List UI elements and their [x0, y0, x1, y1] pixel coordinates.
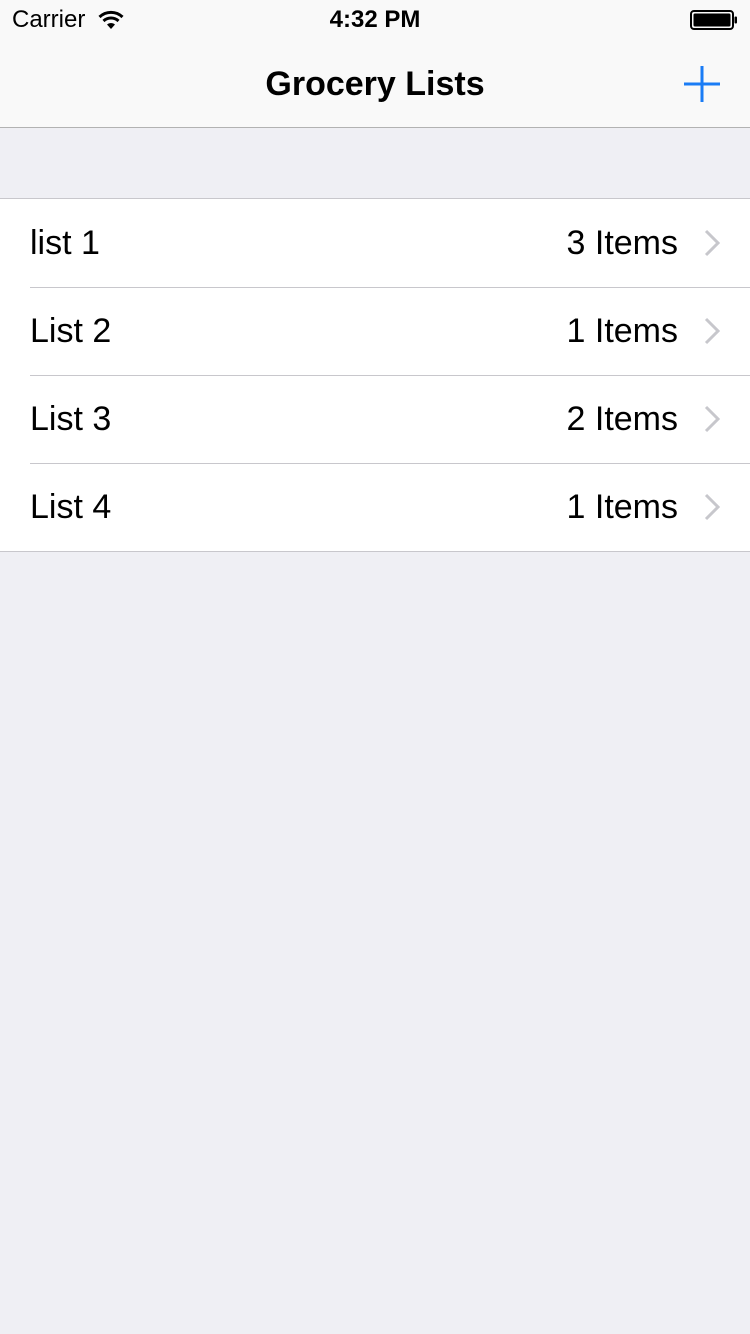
- grocery-lists-table: list 1 3 Items List 2 1 Items List 3 2 I…: [0, 198, 750, 552]
- chevron-right-icon: [704, 229, 720, 257]
- list-name: List 3: [30, 400, 112, 438]
- battery-icon: [690, 10, 737, 30]
- list-item-count: 1 Items: [566, 312, 678, 350]
- page-title: Grocery Lists: [265, 65, 485, 103]
- list-row-2[interactable]: List 2 1 Items: [0, 287, 750, 375]
- list-item-count: 3 Items: [566, 224, 678, 262]
- list-item-count: 2 Items: [566, 400, 678, 438]
- list-name: List 4: [30, 488, 112, 526]
- chevron-right-icon: [704, 493, 720, 521]
- list-row-4[interactable]: List 4 1 Items: [0, 463, 750, 551]
- list-name: list 1: [30, 224, 100, 262]
- add-list-button[interactable]: [678, 60, 726, 108]
- list-row-3[interactable]: List 3 2 Items: [0, 375, 750, 463]
- status-time: 4:32 PM: [329, 6, 421, 33]
- navigation-bar: Grocery Lists: [0, 40, 750, 128]
- list-name: List 2: [30, 312, 112, 350]
- chevron-right-icon: [704, 317, 720, 345]
- chevron-right-icon: [704, 405, 720, 433]
- list-item-count: 1 Items: [566, 488, 678, 526]
- list-row-1[interactable]: list 1 3 Items: [0, 199, 750, 287]
- status-bar: Carrier 4:32 PM: [0, 0, 750, 40]
